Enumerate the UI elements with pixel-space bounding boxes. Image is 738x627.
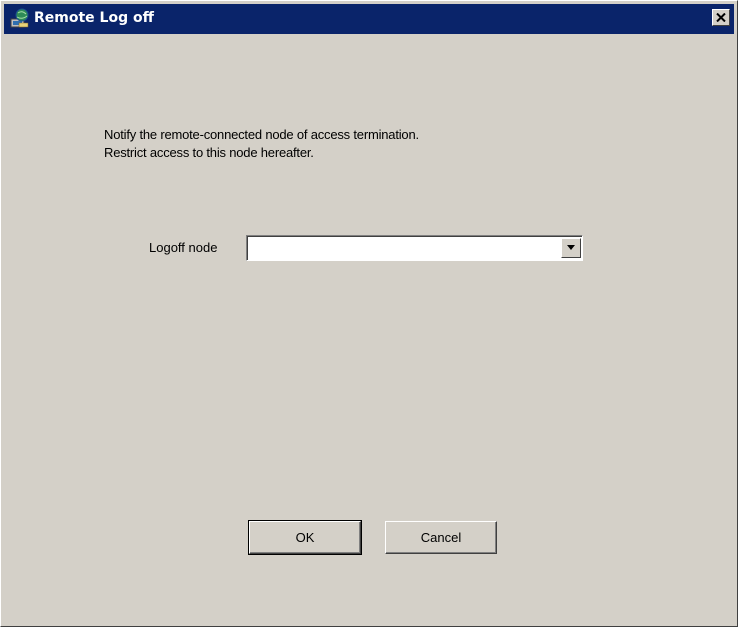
message-line-2: Restrict access to this node hereafter. — [104, 145, 314, 160]
network-computer-icon — [10, 8, 30, 28]
logoff-node-label: Logoff node — [149, 240, 218, 255]
close-button[interactable] — [712, 9, 730, 26]
close-icon — [716, 13, 726, 22]
window-title: Remote Log off — [34, 10, 154, 26]
remote-logoff-dialog: Remote Log off Notify the remote-connect… — [0, 0, 738, 627]
message-line-1: Notify the remote-connected node of acce… — [104, 127, 419, 142]
dropdown-button[interactable] — [561, 238, 581, 258]
title-bar[interactable]: Remote Log off — [4, 4, 734, 34]
logoff-node-dropdown[interactable] — [246, 235, 583, 261]
cancel-button[interactable]: Cancel — [385, 521, 497, 554]
ok-button[interactable]: OK — [248, 520, 362, 555]
chevron-down-icon — [567, 245, 575, 250]
